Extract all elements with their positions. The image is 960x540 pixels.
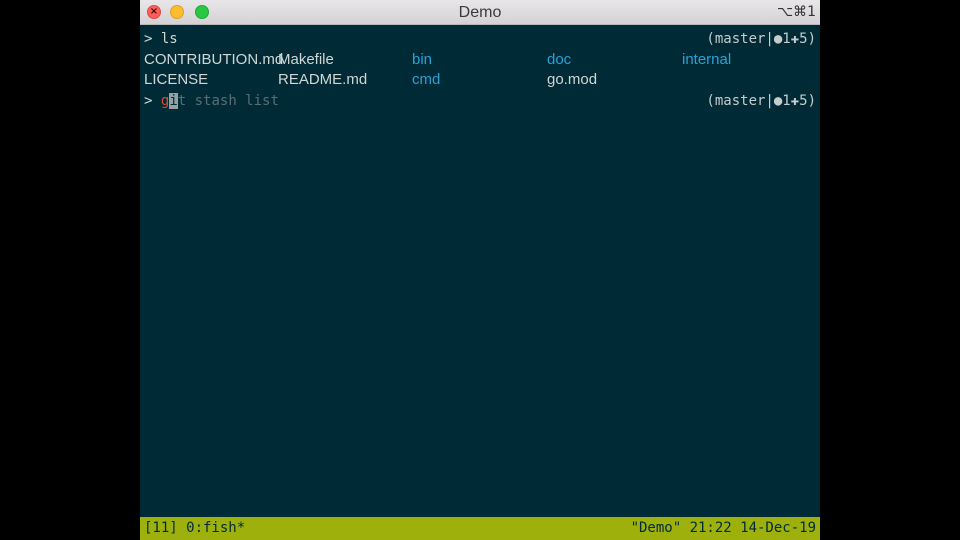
terminal-content[interactable]: > ls (master|●1✚5) CONTRIBUTION.md Makef… <box>140 25 820 517</box>
terminal-window: × Demo ⌥⌘1 > ls (master|●1✚5) CONTRIBUTI… <box>140 0 820 540</box>
prompt-line-input[interactable]: > git stash list <box>144 91 279 111</box>
list-item-file: README.md <box>278 71 368 88</box>
prompt-symbol: > <box>144 93 153 109</box>
list-item-file: Makefile <box>278 51 334 68</box>
window-title: Demo <box>458 4 502 21</box>
autosuggestion-text: t stash list <box>177 93 279 109</box>
list-item-dir: bin <box>412 51 433 68</box>
list-item-dir: internal <box>682 51 732 68</box>
window-shortcut: ⌥⌘1 <box>776 4 816 20</box>
prompt-symbol: > <box>144 31 153 47</box>
command-text: ls <box>160 31 178 47</box>
tmux-status-bar: [11] 0:fish* "Demo" 21:22 14-Dec-19 <box>140 517 820 540</box>
prompt-line-ls: > ls <box>144 29 178 49</box>
list-item-file: go.mod <box>547 71 598 88</box>
tmux-window-list[interactable]: [11] 0:fish* <box>144 517 245 540</box>
list-item-file: CONTRIBUTION.md <box>144 51 284 68</box>
tmux-status-info: "Demo" 21:22 14-Dec-19 <box>630 520 816 536</box>
title-bar: × Demo ⌥⌘1 <box>140 0 820 25</box>
list-item-dir: doc <box>547 51 572 68</box>
list-item-file: LICENSE <box>144 71 209 88</box>
text-cursor: i <box>169 93 178 109</box>
git-status: (master|●1✚5) <box>706 93 816 109</box>
git-status: (master|●1✚5) <box>706 31 816 47</box>
list-item-dir: cmd <box>412 71 441 88</box>
